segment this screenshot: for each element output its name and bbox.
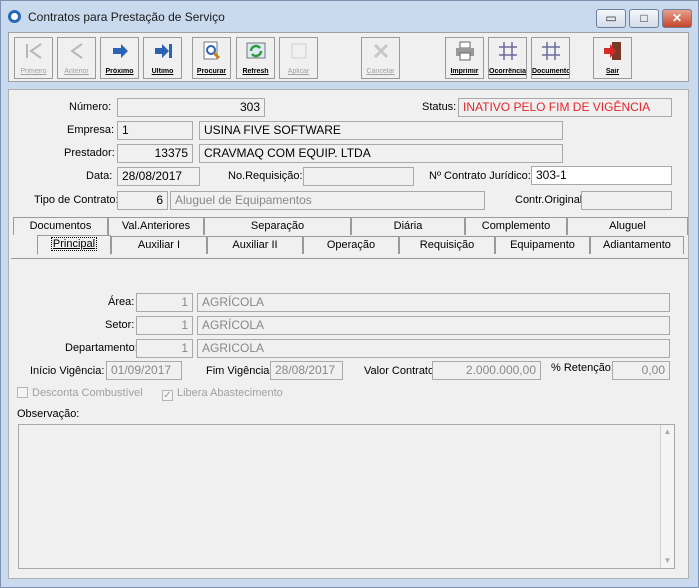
tipo-name-field: Aluguel de Equipamentos (170, 191, 485, 210)
apply-button[interactable]: Aplicar (279, 37, 318, 79)
refresh-icon (246, 42, 266, 59)
tab-adiantamento[interactable]: Adiantamento (590, 236, 684, 254)
depto-name-field: AGRICOLA (197, 339, 670, 358)
scroll-down-icon[interactable]: ▼ (662, 556, 673, 566)
exit-button[interactable]: Sair (593, 37, 632, 79)
numero-label: Número: (69, 101, 112, 113)
first-button[interactable]: Primeiro (14, 37, 53, 79)
checkbox-box (17, 387, 28, 398)
tab-auxiliar-i[interactable]: Auxiliar I (111, 236, 207, 254)
tipo-code-field[interactable]: 6 (117, 191, 168, 210)
main-window: Contratos para Prestação de Serviço ▭ □ … (0, 0, 699, 588)
prestador-name-field: CRAVMAQ COM EQUIP. LTDA (199, 144, 563, 163)
next-icon (113, 44, 128, 58)
titlebar[interactable]: Contratos para Prestação de Serviço ▭ □ … (1, 1, 698, 31)
tab-documentos[interactable]: Documentos (13, 217, 108, 235)
data-label: Data: (86, 170, 113, 182)
inicio-field[interactable]: 01/09/2017 (106, 361, 182, 380)
juridico-field[interactable]: 303-1 (531, 166, 672, 185)
desconta-combustivel-checkbox[interactable]: Desconta Combustível (17, 387, 143, 399)
tab-aluguel[interactable]: Aluguel (567, 217, 688, 235)
valor-field[interactable]: 2.000.000,00 (432, 361, 541, 380)
minimize-button[interactable]: ▭ (596, 9, 626, 28)
prestador-label: Prestador: (64, 147, 115, 159)
retencao-label: % Retenção: (551, 362, 614, 374)
depto-code-field[interactable]: 1 (136, 339, 193, 358)
cancel-icon (373, 43, 389, 59)
first-icon (26, 43, 42, 59)
setor-name-field: AGRÍCOLA (197, 316, 670, 335)
area-label: Área: (108, 296, 135, 308)
prestador-code-field[interactable]: 13375 (117, 144, 193, 163)
observacao-memo[interactable]: ▲ ▼ (18, 424, 675, 569)
scroll-up-icon[interactable]: ▲ (662, 427, 673, 437)
fim-label: Fim Vigência: (206, 365, 273, 377)
status-label: Status: (422, 101, 457, 113)
tab-diaria[interactable]: Diária (351, 217, 465, 235)
empresa-label: Empresa: (67, 124, 115, 136)
tab-operacao[interactable]: Operação (303, 236, 399, 254)
tab-val-anteriores[interactable]: Val.Anteriores (108, 217, 204, 235)
requisicao-field[interactable] (303, 167, 414, 186)
grid-icon (542, 42, 560, 60)
tab-principal[interactable]: Principal (37, 235, 111, 255)
window-title: Contratos para Prestação de Serviço (28, 10, 225, 24)
fim-field[interactable]: 28/08/2017 (270, 361, 343, 380)
cancel-button[interactable]: Cancelar (361, 37, 400, 79)
last-icon (155, 44, 172, 58)
search-button[interactable]: Procurar (192, 37, 231, 79)
status-field: INATIVO PELO FIM DE VIGÊNCIA (458, 98, 672, 117)
previous-button[interactable]: Anterior (57, 37, 96, 79)
document-button[interactable]: Documento (531, 37, 570, 79)
next-button[interactable]: Próximo (100, 37, 139, 79)
toolbar: Primeiro Anterior Próximo Último Procura… (8, 32, 689, 82)
tab-complemento[interactable]: Complemento (465, 217, 567, 235)
checkmark-icon: ✓ (162, 390, 173, 401)
setor-code-field[interactable]: 1 (136, 316, 193, 335)
printer-icon (456, 41, 474, 61)
occurrence-button[interactable]: Ocorrência (488, 37, 527, 79)
refresh-button[interactable]: Refresh (236, 37, 275, 79)
area-code-field[interactable]: 1 (136, 293, 193, 312)
original-label: Contr.Original: (515, 194, 586, 206)
libera-abastecimento-checkbox[interactable]: ✓ Libera Abastecimento (162, 387, 283, 401)
empresa-code-field[interactable]: 1 (117, 121, 193, 140)
setor-label: Setor: (105, 319, 135, 331)
inicio-label: Início Vigência: (30, 365, 105, 377)
tipo-label: Tipo de Contrato: (34, 194, 119, 206)
area-name-field: AGRÍCOLA (197, 293, 670, 312)
apply-icon (291, 43, 307, 59)
tab-separacao[interactable]: Separação (204, 217, 351, 235)
exit-door-icon (604, 42, 621, 60)
retencao-field[interactable]: 0,00 (612, 361, 670, 380)
search-icon (203, 41, 221, 60)
app-icon (8, 10, 21, 23)
valor-label: Valor Contrato: (364, 365, 438, 377)
maximize-button[interactable]: □ (629, 9, 659, 28)
numero-field[interactable]: 303 (117, 98, 265, 117)
last-button[interactable]: Último (143, 37, 182, 79)
form-area: Número: 303 Status: INATIVO PELO FIM DE … (8, 89, 689, 579)
juridico-label: Nº Contrato Jurídico: (429, 170, 531, 182)
memo-scrollbar[interactable]: ▲ ▼ (660, 425, 674, 568)
prev-icon (70, 43, 83, 59)
tab-requisicao[interactable]: Requisição (399, 236, 495, 254)
tab-equipamento[interactable]: Equipamento (495, 236, 590, 254)
close-button[interactable]: ✕ (662, 9, 692, 28)
observacao-label: Observação: (17, 408, 80, 420)
grid-icon (499, 42, 517, 60)
requisicao-label: No.Requisição: (228, 170, 303, 182)
depto-label: Departamento: (65, 342, 138, 354)
data-field[interactable]: 28/08/2017 (117, 167, 200, 186)
empresa-name-field: USINA FIVE SOFTWARE (199, 121, 563, 140)
original-field[interactable] (581, 191, 672, 210)
print-button[interactable]: Imprimir (445, 37, 484, 79)
tab-auxiliar-ii[interactable]: Auxiliar II (207, 236, 303, 254)
